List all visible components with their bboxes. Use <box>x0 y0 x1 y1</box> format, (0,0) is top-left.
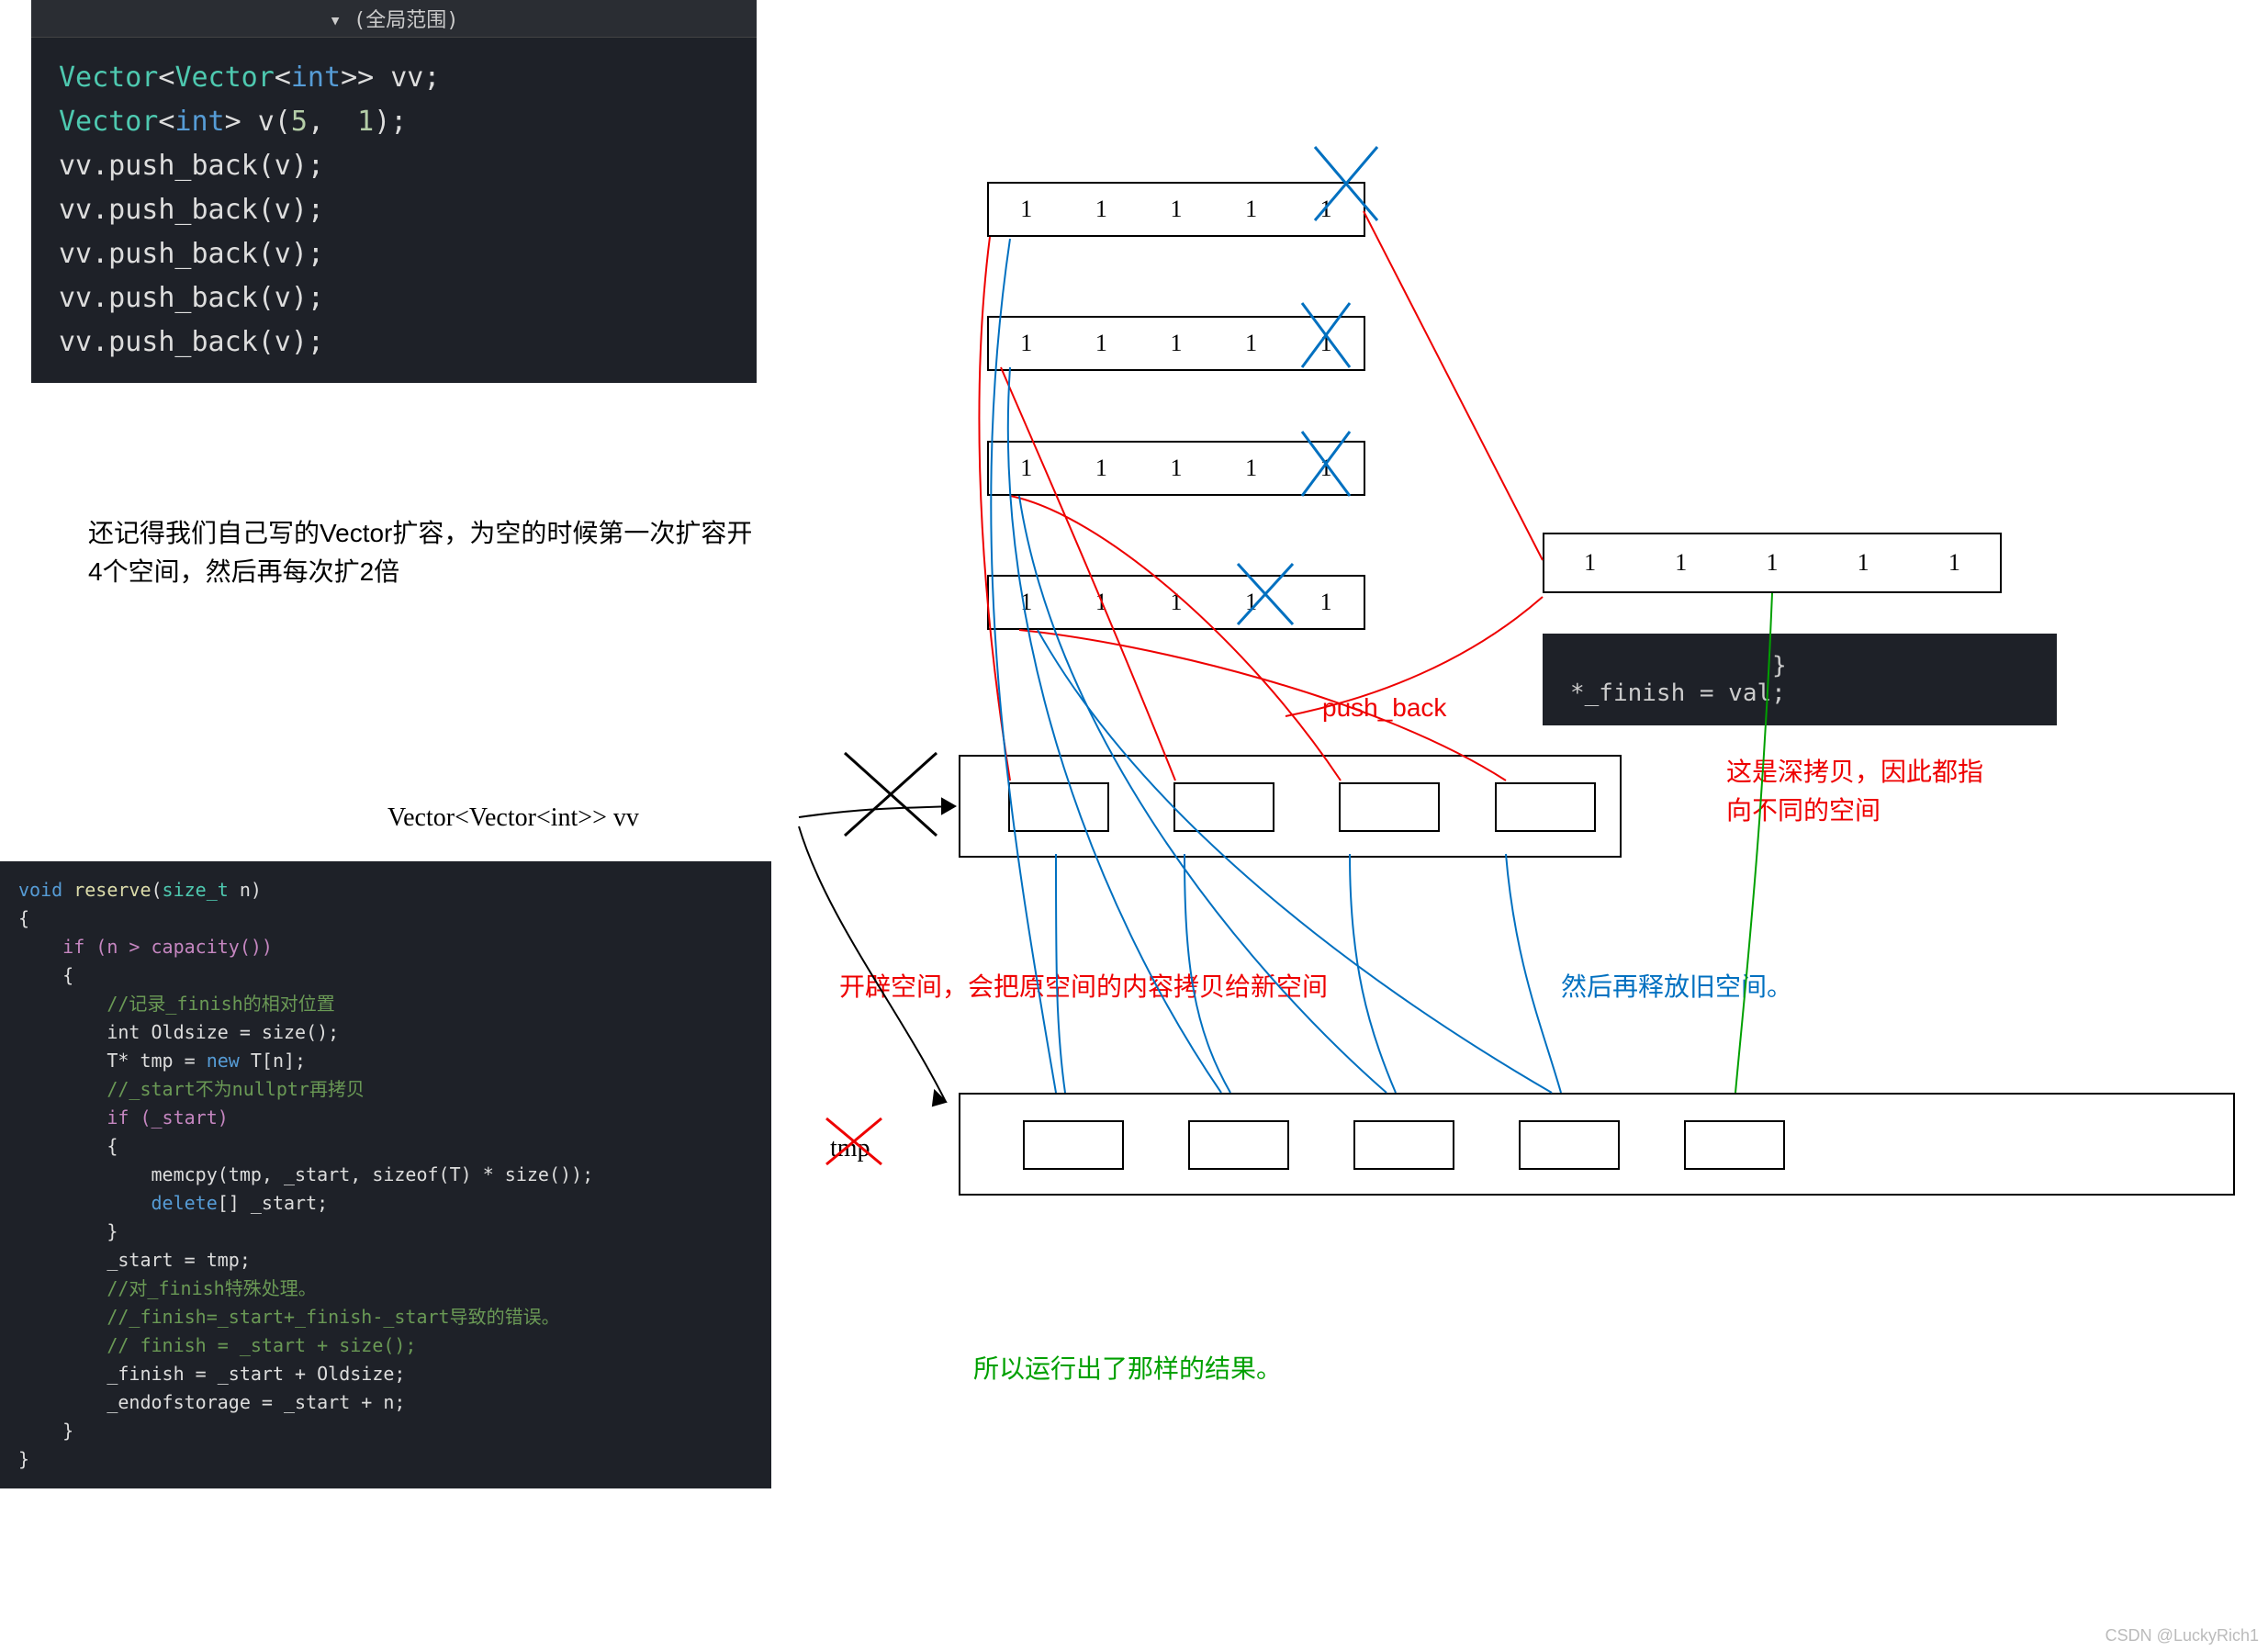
vector-row-1: 11111 <box>987 182 1365 237</box>
code-header: ▾ (全局范围) <box>31 0 757 38</box>
vector-row-2: 11111 <box>987 316 1365 371</box>
label-deepcopy-1: 这是深拷贝，因此都指 <box>1726 753 1983 792</box>
label-vv: Vector<Vector<int>> vv <box>387 799 639 837</box>
label-copy-space: 开辟空间，会把原空间的内容拷贝给新空间 <box>839 968 1328 1006</box>
code-body-2: void reserve(size_t n) { if (n > capacit… <box>0 861 771 1488</box>
code-body-1: Vector<Vector<int>> vv; Vector<int> v(5,… <box>31 38 757 383</box>
label-pushback: push_back <box>1322 689 1446 727</box>
code-block-main: ▾ (全局范围) Vector<Vector<int>> vv; Vector<… <box>31 0 757 383</box>
vector-row-4: 11111 <box>987 575 1365 630</box>
label-release-space: 然后再释放旧空间。 <box>1561 968 1792 1006</box>
container-vv-old <box>959 755 1622 858</box>
code-scope-dropdown[interactable]: ▾ (全局范围) <box>330 9 459 32</box>
code-snippet-finish: } *_finish = val; <box>1543 634 2057 725</box>
label-tmp: tmp <box>830 1129 870 1168</box>
label-deepcopy-2: 向不同的空间 <box>1726 792 1881 830</box>
text-note-expand: 还记得我们自己写的Vector扩容，为空的时候第一次扩容开4个空间，然后再每次扩… <box>88 514 758 591</box>
code-block-reserve: void reserve(size_t n) { if (n > capacit… <box>0 861 771 1488</box>
label-result: 所以运行出了那样的结果。 <box>973 1350 1282 1388</box>
watermark: CSDN @LuckyRich1 <box>2105 1626 2259 1645</box>
vector-row-right: 11111 <box>1543 533 2002 593</box>
container-tmp-new <box>959 1093 2235 1196</box>
vector-row-3: 11111 <box>987 441 1365 496</box>
